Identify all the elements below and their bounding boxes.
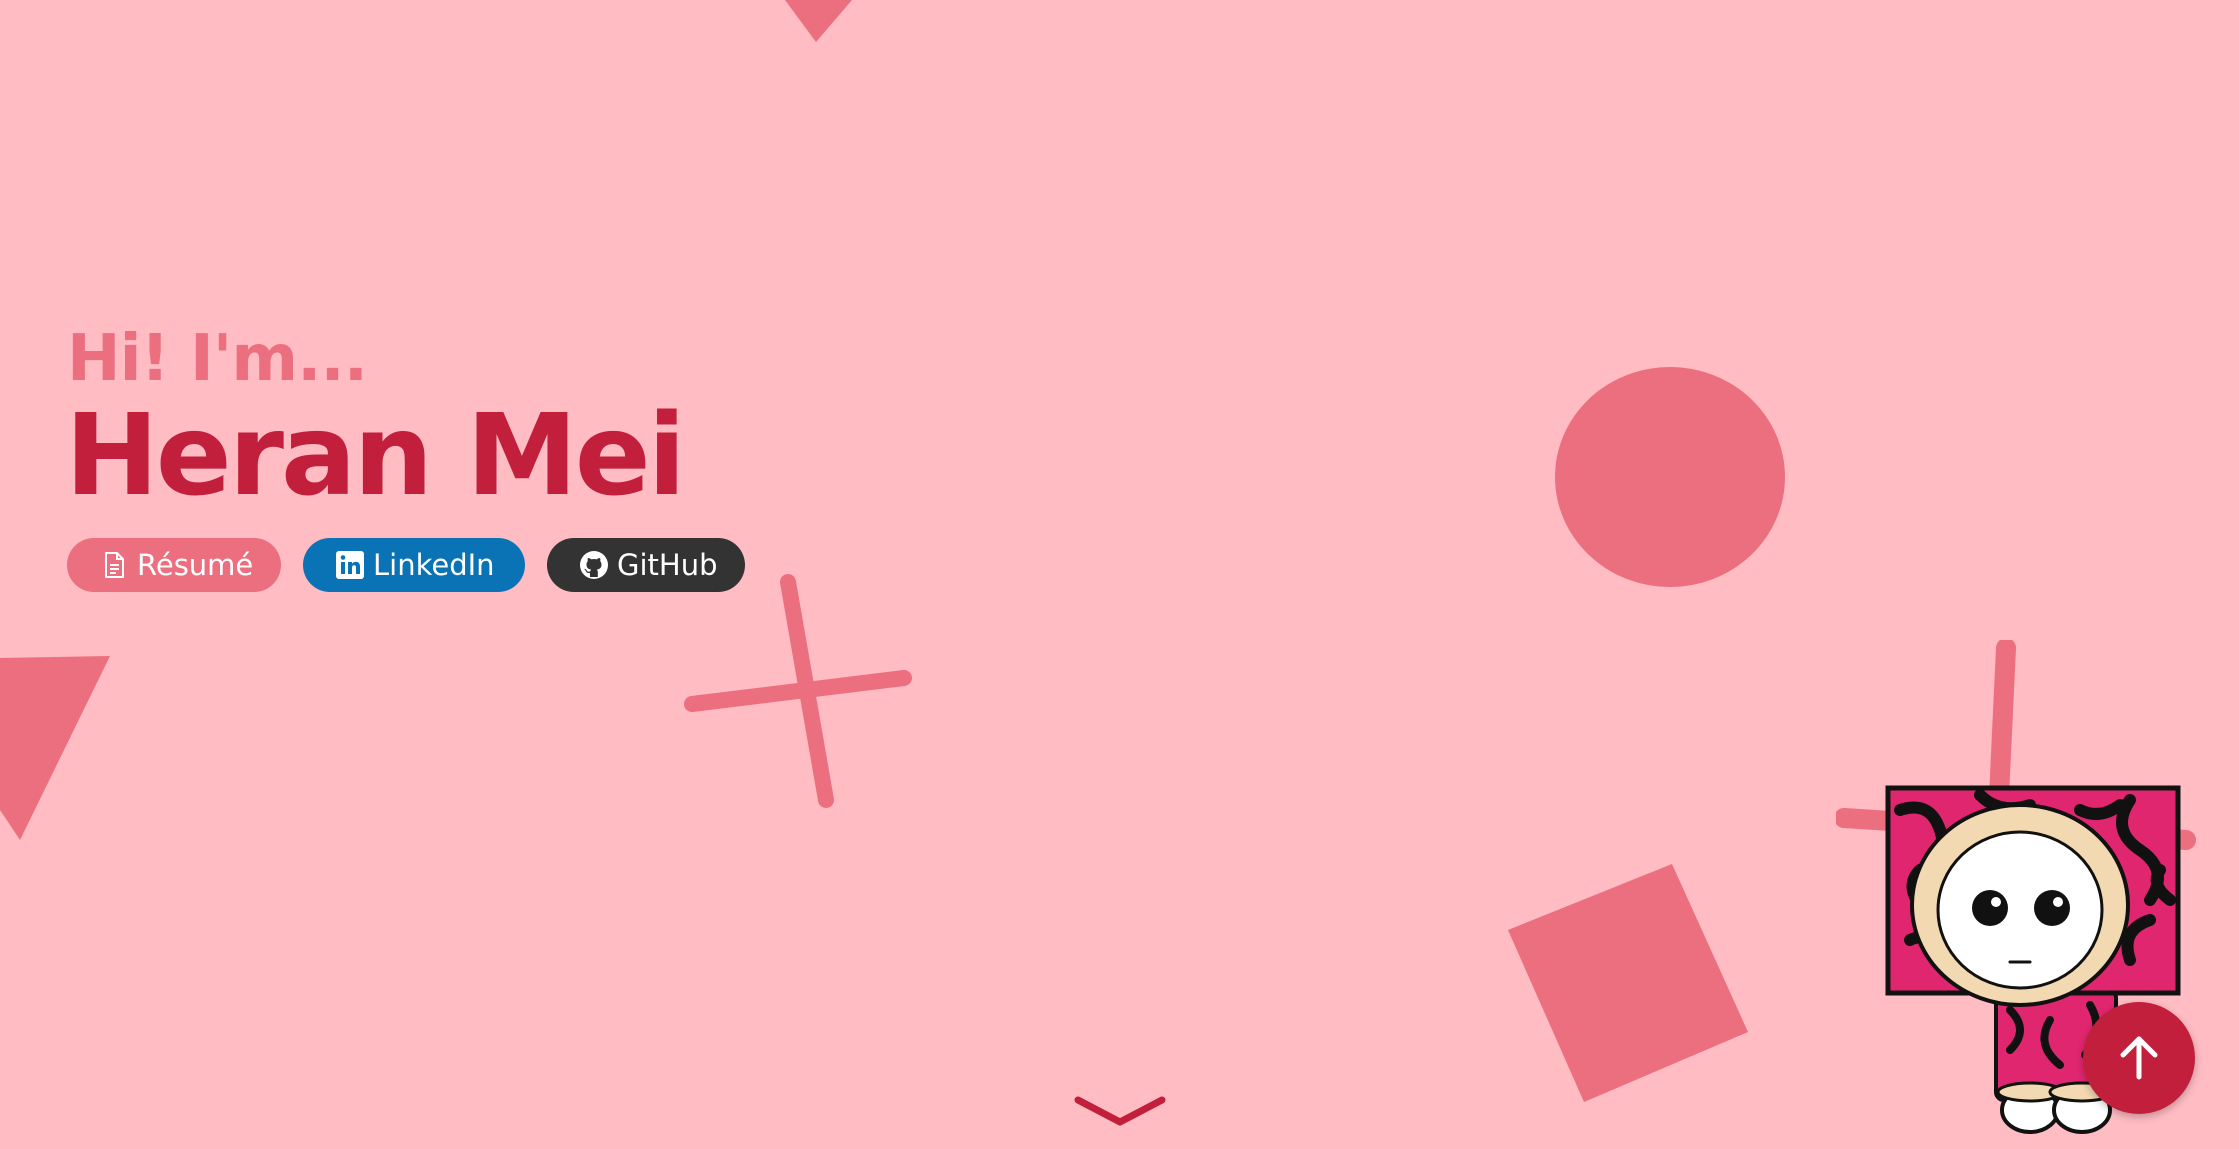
square-shape [1508,864,1748,1102]
cross-shape-center [684,574,912,808]
github-icon [579,550,609,580]
triangle-shape-left [0,656,110,840]
triangle-shape-top [785,0,852,42]
greeting-text: Hi! I'm... [67,322,368,396]
circle-shape [1555,367,1785,587]
back-to-top-button[interactable] [2083,1002,2195,1114]
linkedin-label: LinkedIn [373,548,495,582]
linkedin-button[interactable]: LinkedIn [303,538,525,592]
chevron-down-icon[interactable] [1072,1094,1168,1130]
github-button[interactable]: GitHub [547,538,745,592]
resume-label: Résumé [137,548,254,582]
arrow-up-icon [2120,1036,2158,1080]
social-links: Résumé LinkedIn GitHub [67,538,745,592]
linkedin-icon [335,550,365,580]
github-label: GitHub [617,548,718,582]
document-icon [99,550,129,580]
resume-button[interactable]: Résumé [67,538,281,592]
page-title: Heran Mei [65,391,686,521]
